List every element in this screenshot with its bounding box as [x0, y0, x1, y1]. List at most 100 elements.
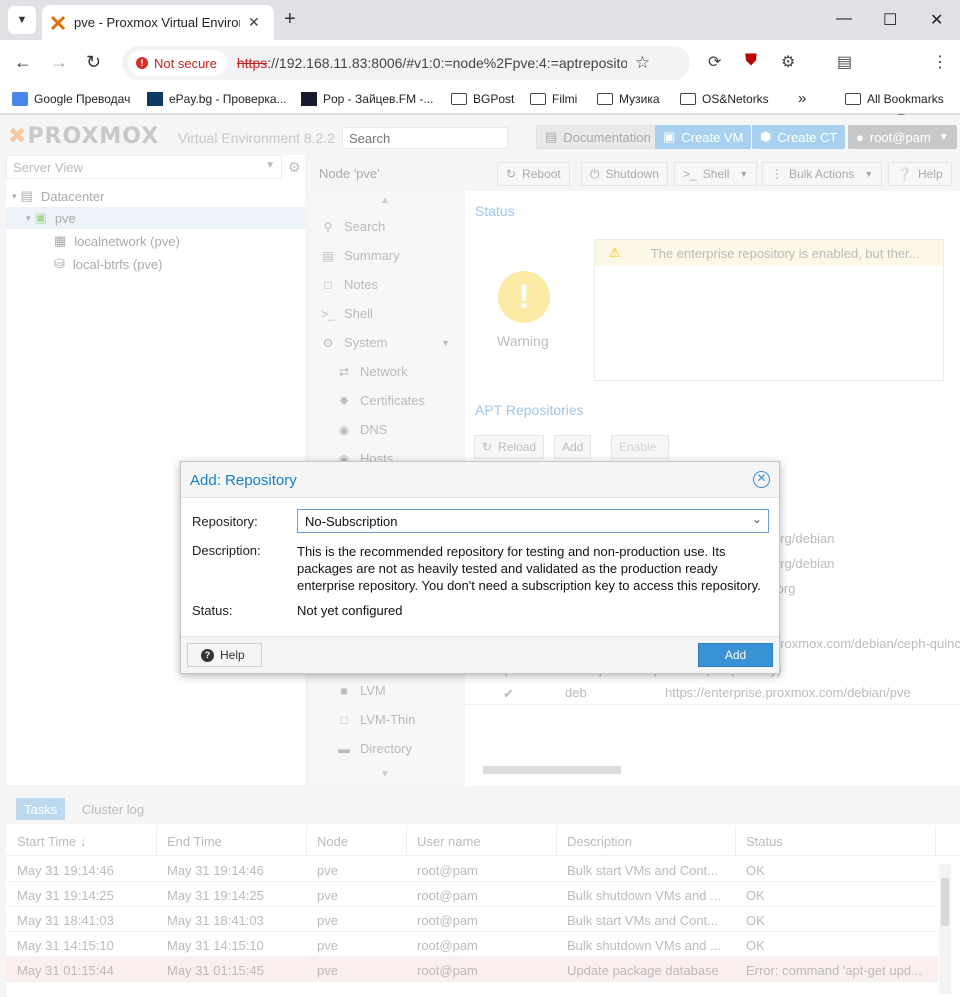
chevron-down-icon[interactable]: ⌄	[752, 512, 762, 526]
bookmark-label: BGPost	[473, 92, 515, 106]
bookmark-folder-bgpost[interactable]: BGPost	[451, 92, 514, 106]
url-text[interactable]: https://192.168.11.83:8006/#v1:0:=node%2…	[237, 55, 627, 71]
dialog-help-button[interactable]: ? Help	[187, 643, 262, 667]
extensions-puzzle-icon[interactable]: ⚙	[781, 52, 795, 72]
menu-item-notes[interactable]: □ Notes	[320, 277, 378, 292]
repository-combobox[interactable]: No-Subscription ⌄	[297, 509, 769, 533]
menu-item-search[interactable]: ⚲ Search	[320, 219, 386, 234]
logo-text: PROXMOX	[27, 124, 160, 149]
bookmark-folder-os-networks[interactable]: OS&Netorks	[680, 92, 769, 106]
documentation-button[interactable]: ▤ Documentation	[536, 125, 660, 149]
not-secure-chip[interactable]: ! Not secure	[128, 50, 227, 76]
server-view-select[interactable]: Server View ▼	[6, 155, 282, 179]
horizontal-scrollbar[interactable]	[479, 765, 949, 775]
table-row[interactable]: May 31 19:14:46 May 31 19:14:46 pve root…	[6, 857, 938, 882]
bookmark-folder-filmi[interactable]: Filmi	[530, 92, 577, 106]
column-header-status[interactable]: Status	[746, 834, 783, 849]
repo-url-fragment: proxmox.com/debian/ceph-quinc	[773, 636, 960, 651]
scroll-down-icon[interactable]: ▼	[380, 769, 390, 780]
reload-button[interactable]: ↻ Reload	[474, 435, 545, 459]
menu-item-dns[interactable]: ◉ DNS	[336, 422, 388, 437]
global-search-input[interactable]	[342, 127, 508, 149]
browser-tab-active[interactable]: pve - Proxmox Virtual Environment ✕	[42, 5, 274, 40]
tree-item-datacenter[interactable]: ▾ ▤ Datacenter	[12, 188, 104, 204]
tab-close-icon[interactable]: ✕	[248, 14, 260, 31]
node-toolbar: Node 'pve' ↻ Reboot ⏻ Shutdown >_ Shell …	[310, 155, 960, 191]
user-menu-button[interactable]: ● root@pam ▼	[848, 125, 957, 149]
column-header-start-time[interactable]: Start Time ↓	[17, 834, 86, 849]
create-vm-label: Create VM	[681, 129, 744, 145]
column-header-description[interactable]: Description	[567, 834, 632, 849]
menu-item-lvm-thin[interactable]: □ LVM-Thin	[336, 712, 415, 727]
bulk-actions-button[interactable]: ⋮ Bulk Actions ▼	[762, 162, 883, 186]
reboot-button[interactable]: ↻ Reboot	[497, 162, 570, 186]
exchange-icon: ⇄	[338, 364, 350, 379]
bookmark-star-icon[interactable]: ☆	[635, 53, 650, 73]
enable-button[interactable]: Enable	[611, 435, 669, 459]
tasks-panel: Tasks Cluster log Start Time ↓ End Time …	[6, 792, 960, 997]
shell-button[interactable]: >_ Shell ▼	[674, 162, 758, 186]
cell-node: pve	[317, 938, 338, 953]
extension-sync-icon[interactable]: ⟳	[708, 52, 721, 72]
gears-icon: ⚙	[322, 335, 334, 350]
table-row[interactable]: May 31 19:14:25 May 31 19:14:25 pve root…	[6, 882, 938, 907]
add-repository-button[interactable]: Add	[554, 435, 592, 459]
menu-item-directory[interactable]: ▬ Directory	[336, 741, 412, 756]
create-ct-button[interactable]: ⬢ Create CT	[752, 125, 846, 149]
ublock-icon[interactable]: ⛊	[745, 52, 757, 70]
bookmark-folder-music[interactable]: Музика	[597, 92, 660, 106]
new-tab-icon[interactable]: +	[284, 8, 296, 31]
tab-search-chevron-icon[interactable]: ▼	[8, 6, 36, 34]
maximize-icon[interactable]: ☐	[883, 10, 897, 30]
menu-item-lvm[interactable]: ■ LVM	[336, 683, 385, 698]
column-header-end-time[interactable]: End Time	[167, 834, 222, 849]
create-vm-button[interactable]: ▣ Create VM	[655, 125, 752, 149]
menu-item-certificates[interactable]: ✸ Certificates	[336, 393, 425, 408]
repo-row[interactable]: ✔ deb https://enterprise.proxmox.com/deb…	[465, 679, 960, 705]
dialog-close-icon[interactable]: ✕	[753, 471, 770, 488]
dialog-add-button[interactable]: Add	[698, 643, 773, 667]
tree-item-storage-local-btrfs[interactable]: ⛁ local-btrfs (pve)	[54, 256, 162, 272]
search-icon: ⚲	[323, 219, 333, 234]
address-bar[interactable]: ! Not secure https://192.168.11.83:8006/…	[122, 46, 690, 80]
table-row[interactable]: May 31 14:15:10 May 31 14:15:10 pve root…	[6, 932, 938, 957]
tree-item-storage-localnetwork[interactable]: ▦ localnetwork (pve)	[54, 233, 180, 249]
square-icon: ■	[340, 683, 348, 698]
browser-menu-icon[interactable]: ⋮	[932, 52, 948, 72]
cell-node: pve	[317, 913, 338, 928]
bookmark-epay[interactable]: ePay.bg - Проверка...	[147, 92, 287, 106]
reading-list-icon[interactable]: ▤	[837, 52, 852, 72]
menu-item-summary[interactable]: ▤ Summary	[320, 248, 399, 263]
tab-tasks[interactable]: Tasks	[16, 798, 66, 820]
bookmark-pop-fm[interactable]: Pop - Зайцев.FM -...	[301, 92, 433, 106]
help-button[interactable]: ❔ Help	[888, 162, 952, 186]
column-header-node[interactable]: Node	[317, 834, 348, 849]
chevron-down-icon: ▼	[739, 169, 749, 179]
all-bookmarks[interactable]: All Bookmarks	[845, 92, 944, 106]
bookmark-google-translate[interactable]: Google Преводач	[12, 92, 130, 106]
tasks-scroll-thumb[interactable]	[941, 878, 949, 926]
table-row[interactable]: May 31 18:41:03 May 31 18:41:03 pve root…	[6, 907, 938, 932]
back-icon[interactable]: ←	[14, 52, 32, 73]
tab-cluster-log[interactable]: Cluster log	[74, 798, 152, 820]
minimize-icon[interactable]: —	[836, 10, 852, 28]
shutdown-button[interactable]: ⏻ Shutdown	[581, 162, 668, 186]
table-row-error[interactable]: May 31 01:15:44 May 31 01:15:45 pve root…	[6, 957, 938, 982]
cell-start: May 31 14:15:10	[17, 938, 114, 953]
reload-icon[interactable]: ↻	[86, 52, 101, 73]
tree-item-node-pve[interactable]: ▾ ▣ pve	[6, 207, 305, 229]
forward-icon[interactable]: →	[50, 52, 68, 73]
more-bookmarks-icon[interactable]: »	[798, 90, 806, 107]
scroll-up-icon[interactable]: ▲	[380, 195, 390, 206]
column-header-user[interactable]: User name	[417, 834, 481, 849]
repository-description: This is the recommended repository for t…	[297, 544, 761, 593]
menu-item-system[interactable]: ⚙ System ▼	[320, 335, 450, 350]
menu-item-network[interactable]: ⇄ Network	[336, 364, 408, 379]
window-close-icon[interactable]: ✕	[930, 10, 943, 30]
gear-icon[interactable]: ⚙	[288, 159, 301, 176]
tasks-scrollbar[interactable]	[939, 864, 951, 994]
horizontal-scroll-thumb[interactable]	[483, 766, 621, 774]
menu-item-shell[interactable]: >_ Shell	[320, 306, 373, 321]
bookmark-label: ePay.bg - Проверка...	[169, 92, 287, 106]
product-version: Virtual Environment 8.2.2	[178, 130, 335, 146]
